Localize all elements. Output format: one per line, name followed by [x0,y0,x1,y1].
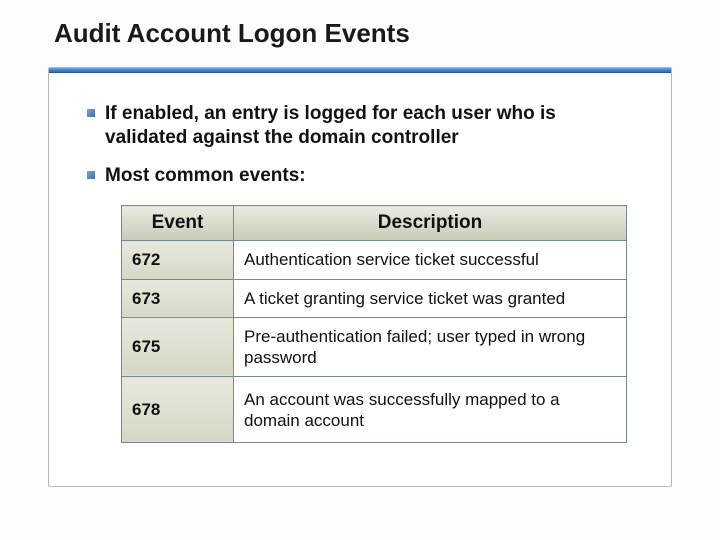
event-desc-cell: Authentication service ticket successful [234,241,627,279]
events-table: Event Description 672 Authentication ser… [121,205,627,443]
bullet-text: If enabled, an entry is logged for each … [105,102,633,150]
event-id-cell: 678 [122,377,234,443]
col-header-event: Event [122,206,234,241]
slide: Audit Account Logon Events If enabled, a… [0,0,720,540]
event-desc-cell: A ticket granting service ticket was gra… [234,279,627,317]
table-header-row: Event Description [122,206,627,241]
event-id-cell: 673 [122,279,234,317]
table-row: 675 Pre-authentication failed; user type… [122,317,627,377]
events-table-wrap: Event Description 672 Authentication ser… [121,205,627,443]
event-id-cell: 672 [122,241,234,279]
list-item: If enabled, an entry is logged for each … [87,102,633,150]
bullet-list: If enabled, an entry is logged for each … [87,102,633,187]
event-id-cell: 675 [122,317,234,377]
table-row: 678 An account was successfully mapped t… [122,377,627,443]
panel-accent-bar [49,68,671,73]
square-bullet-icon [87,171,95,179]
event-desc-cell: Pre-authentication failed; user typed in… [234,317,627,377]
bullet-text: Most common events: [105,164,306,188]
table-row: 672 Authentication service ticket succes… [122,241,627,279]
list-item: Most common events: [87,164,633,188]
page-title: Audit Account Logon Events [54,18,672,49]
content-panel: If enabled, an entry is logged for each … [48,67,672,487]
event-desc-cell: An account was successfully mapped to a … [234,377,627,443]
square-bullet-icon [87,109,95,117]
table-row: 673 A ticket granting service ticket was… [122,279,627,317]
col-header-description: Description [234,206,627,241]
